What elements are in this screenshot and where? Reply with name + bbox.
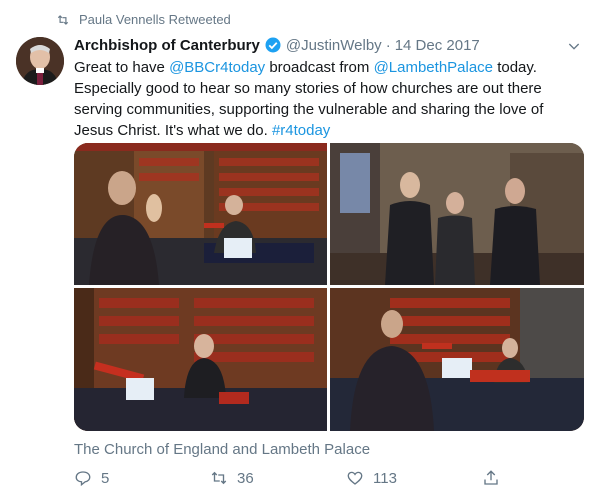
retweet-button[interactable]: 36: [210, 469, 254, 487]
chevron-down-icon[interactable]: [566, 38, 582, 54]
reply-button[interactable]: 5: [74, 469, 109, 487]
like-button[interactable]: 113: [346, 469, 397, 487]
reply-icon: [75, 471, 91, 487]
tweet-text-part: broadcast from: [265, 59, 374, 76]
tweet-actions: 5 36 113: [74, 469, 584, 491]
verified-badge-icon: [265, 37, 281, 53]
location-label[interactable]: The Church of England and Lambeth Palace: [74, 441, 370, 458]
share-icon: [484, 470, 498, 485]
avatar[interactable]: [16, 37, 64, 85]
tweet-header: Archbishop of Canterbury @JustinWelby · …: [74, 36, 480, 54]
author-name[interactable]: Archbishop of Canterbury: [74, 37, 260, 54]
reply-count: 5: [101, 469, 110, 487]
avatar-image: [16, 37, 64, 85]
separator-dot: ·: [385, 36, 391, 54]
hashtag-link[interactable]: #r4today: [272, 122, 330, 139]
tweet-date[interactable]: 14 Dec 2017: [395, 37, 480, 54]
retweet-icon: [57, 14, 69, 25]
tweet-text-part: Great to have: [74, 59, 170, 76]
retweet-icon: [211, 471, 227, 485]
retweet-context[interactable]: Paula Vennells Retweeted: [53, 12, 231, 27]
retweet-count: 36: [237, 469, 254, 487]
mention-link-lambethpalace[interactable]: @LambethPalace: [374, 59, 493, 76]
media-grid: [74, 143, 584, 431]
photo-woman-at-microphone[interactable]: [74, 288, 327, 431]
photo-standing-group[interactable]: [330, 143, 584, 285]
tweet-text: Great to have @BBCr4today broadcast from…: [74, 57, 584, 141]
photo-presenter-in-library[interactable]: [74, 143, 327, 285]
mention-link-bbcr4today[interactable]: @BBCr4today: [169, 59, 265, 76]
author-handle[interactable]: @JustinWelby: [286, 37, 382, 54]
heart-icon: [347, 471, 363, 485]
share-button[interactable]: [482, 469, 509, 487]
like-count: 113: [373, 469, 397, 487]
retweet-label: Paula Vennells Retweeted: [79, 12, 231, 27]
photo-interview-at-table[interactable]: [330, 288, 584, 431]
